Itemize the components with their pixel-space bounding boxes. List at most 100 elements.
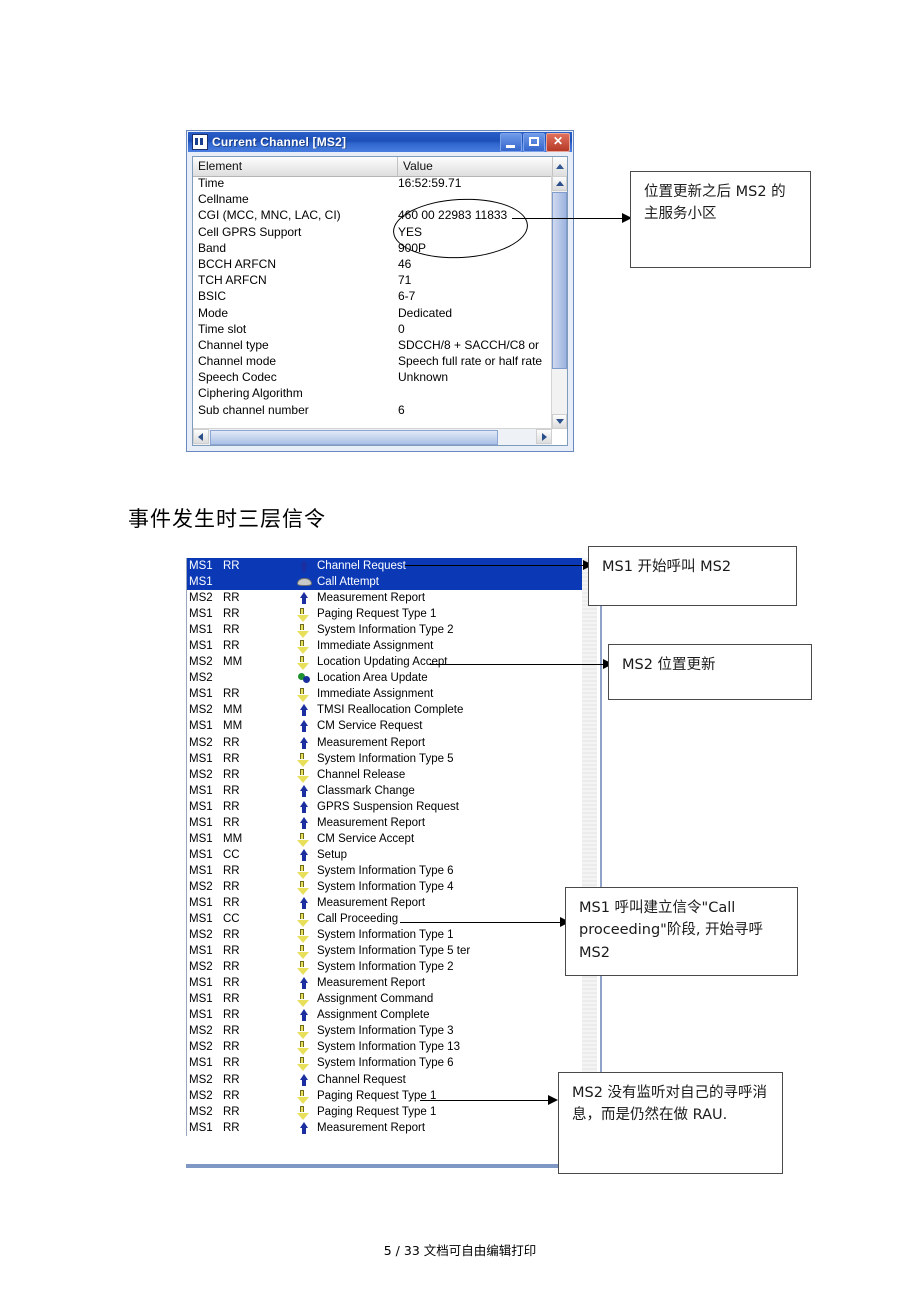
message-row[interactable]: MS1 Call Attempt [187,574,583,591]
message-device: MS1 [189,688,213,701]
message-row[interactable]: MS2 MM TMSI Reallocation Complete [187,702,583,718]
message-row[interactable]: MS1 RR Measurement Report [187,1120,583,1136]
message-row[interactable]: MS1 RR System Information Type 5 [187,751,583,767]
message-protocol: RR [223,736,240,749]
message-protocol: RR [223,1105,240,1118]
message-name: Call Proceeding [317,913,399,926]
message-row[interactable]: MS2 RR System Information Type 3 [187,1023,583,1040]
message-name: Measurement Report [317,592,426,605]
message-row[interactable]: MS1 RR Measurement Report [187,815,583,831]
table-row[interactable]: Speech Codec Unknown [193,370,553,386]
header-scroll-arrow-icon[interactable] [553,157,567,176]
table-row[interactable]: BSIC 6-7 [193,289,553,305]
phone-icon [295,575,317,589]
message-row[interactable]: MS1 RR Immediate Assignment [187,638,583,655]
message-row[interactable]: MS2 RR System Information Type 13 [187,1039,583,1056]
message-device: MS2 [189,704,213,717]
message-name: Paging Request Type 1 [317,1105,437,1118]
message-row[interactable]: MS1 RR Assignment Command [187,991,583,1008]
message-row[interactable]: MS1 CC Call Proceeding [187,911,583,928]
arrow-down-icon [295,752,317,767]
message-row[interactable]: MS2 RR Paging Request Type 1 [187,1104,583,1120]
horizontal-scrollbar[interactable] [193,428,552,445]
message-name: CM Service Accept [317,832,415,845]
layer3-message-list[interactable]: MS1 RR Channel Request MS1 Call Attempt MS2 RR… [186,558,603,1168]
vertical-scrollbar[interactable] [551,176,567,429]
message-row[interactable]: MS1 RR Paging Request Type 1 [187,606,583,623]
message-name: Measurement Report [317,897,426,909]
message-protocol: RR [223,1025,240,1038]
minimize-glyph-icon [506,144,515,148]
arrow-up-icon [295,848,317,862]
message-row[interactable]: MS1 RR System Information Type 6 [187,863,583,879]
current-channel-window[interactable]: Current Channel [MS2] ✕ Element Value Ti… [186,130,574,452]
scroll-down-arrow-icon[interactable] [552,414,567,429]
message-row[interactable]: MS1 RR Immediate Assignment [187,686,583,703]
message-name: System Information Type 5 ter [317,945,471,958]
message-row[interactable]: MS2 RR Measurement Report [187,735,583,751]
message-list-bottom-bar [186,1164,603,1168]
horizontal-scroll-thumb[interactable] [210,430,498,445]
message-row[interactable]: MS1 RR GPRS Suspension Request [187,799,583,815]
message-row[interactable]: MS2 RR Paging Request Type 1 [187,1088,583,1104]
message-row[interactable]: MS1 RR Classmark Change [187,783,583,799]
message-name: Paging Request Type 1 [317,608,437,621]
message-name: Immediate Assignment [317,688,434,701]
message-row[interactable]: MS2 RR Channel Request [187,1072,583,1088]
message-protocol: MM [223,832,243,845]
maximize-button[interactable] [523,132,545,152]
close-button[interactable]: ✕ [546,132,570,152]
message-row[interactable]: MS2 RR Measurement Report [187,590,583,606]
scroll-right-arrow-icon[interactable] [536,429,552,444]
column-header-value[interactable]: Value [398,157,553,176]
scroll-up-arrow-icon[interactable] [552,176,567,191]
message-name: System Information Type 13 [317,1041,460,1054]
arrow-down-icon [295,768,317,783]
message-row[interactable]: MS1 MM CM Service Accept [187,831,583,847]
message-protocol: RR [223,624,240,637]
message-row[interactable]: MS2 RR System Information Type 2 [187,959,583,976]
message-protocol: RR [223,1009,240,1022]
annotation-arrow-line [405,565,585,566]
table-row[interactable]: Ciphering Algorithm [193,386,553,402]
message-row[interactable]: MS1 RR System Information Type 5 ter [187,943,583,960]
arrow-up-icon [295,1073,317,1087]
table-row[interactable]: Mode Dedicated [193,306,553,322]
column-header-element[interactable]: Element [193,157,398,176]
message-row[interactable]: MS1 MM CM Service Request [187,718,583,734]
cell-element: Channel mode [198,354,277,369]
maximize-glyph-icon [529,136,539,146]
message-protocol: RR [223,993,240,1006]
arrow-down-icon [295,1024,317,1040]
message-row[interactable]: MS1 RR System Information Type 6 [187,1055,583,1072]
close-glyph-icon: ✕ [552,133,564,148]
table-row[interactable]: TCH ARFCN 71 [193,273,553,289]
window-titlebar[interactable]: Current Channel [MS2] ✕ [188,132,572,152]
table-row[interactable]: Time 16:52:59.71 [193,176,553,192]
message-row[interactable]: MS2 RR System Information Type 4 [187,879,583,895]
message-row[interactable]: MS1 RR System Information Type 2 [187,622,583,639]
message-row[interactable]: MS1 CC Setup [187,847,583,863]
message-row[interactable]: MS2 RR System Information Type 1 [187,927,583,944]
message-name: System Information Type 6 [317,864,454,877]
minimize-button[interactable] [500,132,522,152]
message-list-scroll-track[interactable] [582,558,597,1158]
message-row[interactable]: MS1 RR Channel Request [187,558,583,575]
table-row[interactable]: BCCH ARFCN 46 [193,257,553,273]
message-name: CM Service Request [317,720,423,733]
message-row[interactable]: MS1 RR Measurement Report [187,895,583,911]
message-row[interactable]: MS1 RR Measurement Report [187,975,583,991]
message-name: System Information Type 6 [317,1057,454,1070]
table-row[interactable]: Channel type SDCCH/8 + SACCH/C8 or [193,338,553,354]
table-row[interactable]: Time slot 0 [193,322,553,338]
message-row[interactable]: MS1 RR Assignment Complete [187,1007,583,1023]
arrow-down-icon [295,864,317,879]
table-row[interactable]: Channel mode Speech full rate or half rat… [193,354,553,370]
scroll-left-arrow-icon[interactable] [193,429,209,444]
message-row[interactable]: MS2 MM Location Updating Accept [187,654,583,671]
message-name: Channel Release [317,768,406,781]
message-row[interactable]: MS2 RR Channel Release [187,767,583,783]
message-name: Measurement Report [317,1121,426,1134]
table-row[interactable]: Sub channel number 6 [193,403,553,419]
message-row[interactable]: MS2 Location Area Update [187,670,583,686]
